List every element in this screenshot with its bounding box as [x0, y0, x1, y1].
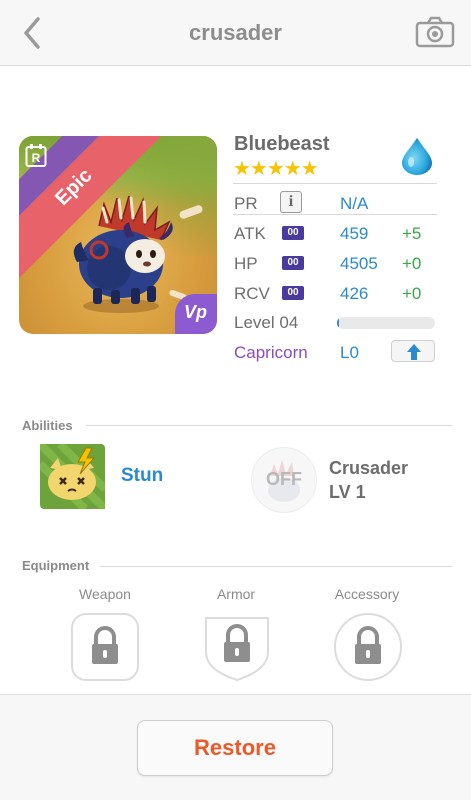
weapon-slot[interactable] [70, 612, 140, 682]
abilities-heading: Abilities [22, 418, 73, 433]
divider [86, 425, 452, 426]
zodiac-level: L0 [340, 343, 359, 362]
leader-skill-state: OFF [266, 469, 302, 489]
rcv-plus-badge: 00 [282, 286, 304, 300]
zodiac-label: Capricorn [234, 343, 308, 362]
leader-skill-level: LV 1 [329, 482, 366, 502]
accessory-slot[interactable] [333, 612, 403, 682]
restore-button[interactable]: Restore [137, 720, 333, 776]
page-title: crusader [189, 20, 282, 45]
level-label: Level 04 [234, 313, 299, 332]
hp-label: HP [234, 254, 258, 273]
star-rating: ★★★★★ [233, 158, 319, 180]
level-progress-fill [337, 317, 339, 329]
bluebeast-creature [73, 195, 173, 313]
leader-skill-title: Crusader [329, 458, 409, 478]
top-bar: crusader [0, 0, 471, 66]
level-progress-bar [337, 317, 435, 329]
pr-label: PR [234, 194, 258, 213]
leader-skill-name: Crusader LV 1 [329, 456, 408, 504]
pr-value: N/A [340, 194, 369, 213]
armor-label: Armor [216, 586, 256, 602]
atk-plus-badge: 00 [282, 226, 304, 240]
weapon-label: Weapon [79, 586, 131, 602]
hp-bonus: +0 [402, 254, 422, 273]
hp-value: 4505 [340, 254, 378, 273]
arrow-up-icon [407, 344, 421, 360]
rcv-label: RCV [234, 284, 270, 303]
divider [233, 214, 437, 215]
stun-icon[interactable] [40, 444, 105, 509]
camera-button[interactable] [415, 16, 455, 48]
rcv-value: 426 [340, 284, 369, 303]
rcv-bonus: +0 [402, 284, 422, 303]
camera-icon [415, 16, 455, 48]
monster-portrait: Epic R Vp [19, 136, 217, 334]
atk-bonus: +5 [402, 224, 422, 243]
equipment-heading: Equipment [22, 558, 90, 573]
active-skill-name[interactable]: Stun [121, 465, 163, 487]
monster-name: Bluebeast [234, 133, 330, 155]
divider [100, 566, 452, 567]
divider [233, 183, 437, 184]
hp-plus-badge: 00 [282, 256, 304, 270]
svg-text:R: R [32, 151, 41, 165]
atk-label: ATK [234, 224, 266, 243]
atk-value: 459 [340, 224, 369, 243]
info-icon[interactable]: i [280, 191, 302, 213]
element-badge: Vp [175, 294, 217, 334]
zodiac-upgrade-button[interactable] [391, 340, 435, 362]
armor-slot[interactable] [202, 612, 272, 682]
leader-skill-toggle[interactable]: OFF [251, 447, 317, 513]
water-drop-icon [402, 138, 432, 175]
rarity-r-icon: R [25, 144, 47, 167]
accessory-label: Accessory [334, 586, 400, 602]
